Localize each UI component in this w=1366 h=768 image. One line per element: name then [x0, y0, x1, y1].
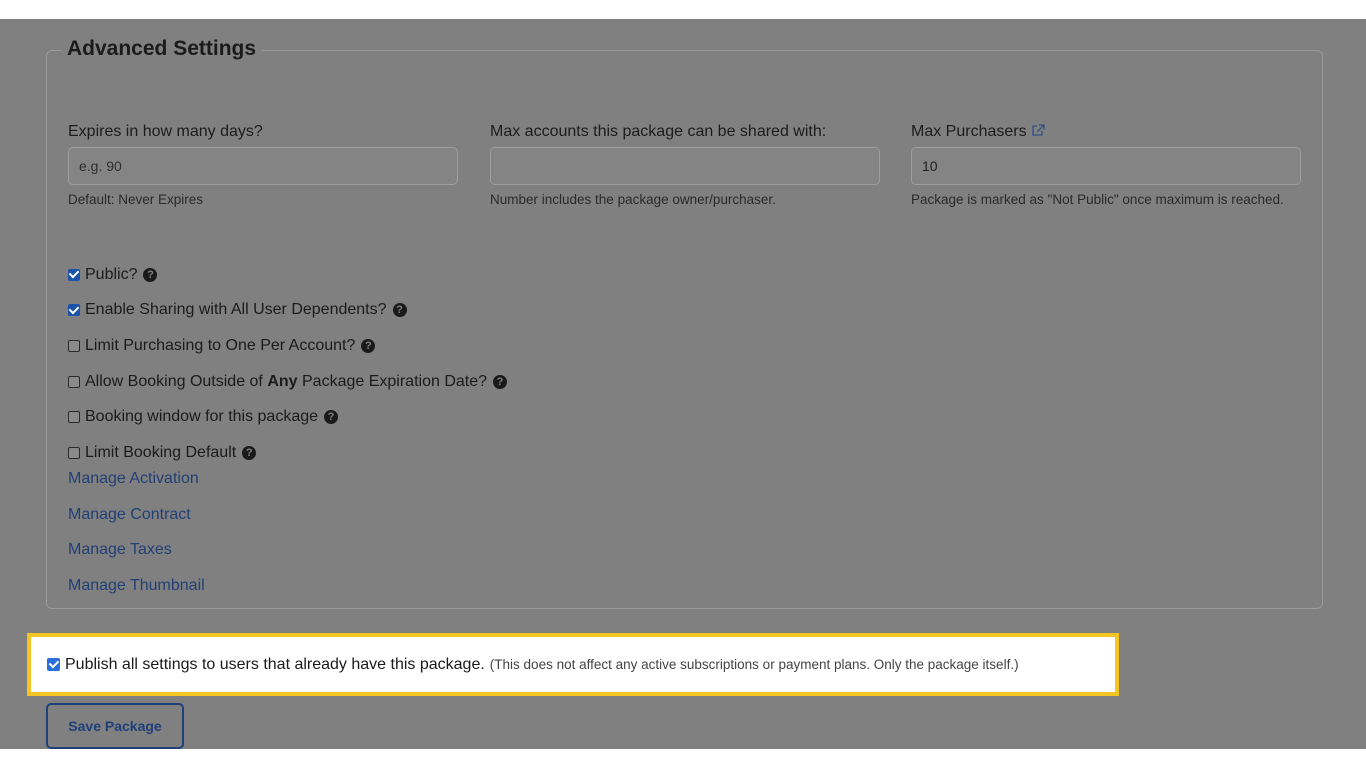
- question-circle-icon[interactable]: ?: [143, 267, 158, 282]
- booking-window-label: Booking window for this package: [85, 408, 319, 426]
- enable-sharing-option[interactable]: Enable Sharing with All User Dependents?…: [68, 293, 507, 329]
- publish-label: Publish all settings to users that alrea…: [65, 655, 485, 673]
- save-package-button[interactable]: Save Package: [46, 703, 184, 749]
- allow-booking-outside-checkbox[interactable]: [68, 375, 80, 388]
- manage-thumbnail-link[interactable]: Manage Thumbnail: [68, 568, 205, 604]
- publish-settings-highlight[interactable]: Publish all settings to users that alrea…: [27, 633, 1119, 696]
- expires-help: Default: Never Expires: [68, 192, 204, 207]
- options-checklist: Public? ? Enable Sharing with All User D…: [68, 257, 508, 471]
- public-option[interactable]: Public? ?: [68, 257, 507, 293]
- max-purchasers-label: Max Purchasers: [911, 123, 1027, 140]
- limit-booking-label: Limit Booking Default: [85, 443, 237, 461]
- section-title: Advanced Settings: [61, 37, 263, 61]
- publish-checkbox[interactable]: [47, 658, 60, 671]
- public-label: Public?: [85, 265, 138, 283]
- allow-booking-outside-option[interactable]: Allow Booking Outside of Any Package Exp…: [68, 364, 508, 400]
- public-checkbox[interactable]: [68, 268, 80, 281]
- question-circle-icon[interactable]: ?: [392, 303, 407, 318]
- allow-booking-label-bold: Any: [267, 372, 298, 390]
- max-purchasers-label-row: Max Purchasers: [911, 123, 1301, 143]
- advanced-settings-panel: Advanced Settings Expires in how many da…: [46, 37, 1323, 609]
- modal-overlay: Advanced Settings Expires in how many da…: [0, 19, 1366, 749]
- question-circle-icon[interactable]: ?: [242, 445, 257, 460]
- allow-booking-outside-label: Allow Booking Outside of Any Package Exp…: [85, 373, 487, 391]
- limit-purchasing-option[interactable]: Limit Purchasing to One Per Account? ?: [68, 328, 507, 364]
- limit-purchasing-label: Limit Purchasing to One Per Account?: [85, 336, 356, 354]
- booking-window-option[interactable]: Booking window for this package ?: [68, 399, 507, 435]
- max-purchasers-field: Max Purchasers 10 Package is marked as "…: [911, 123, 1301, 211]
- max-accounts-input[interactable]: [490, 147, 880, 185]
- question-circle-icon[interactable]: ?: [493, 374, 508, 389]
- manage-links: Manage Activation Manage Contract Manage…: [68, 461, 205, 603]
- booking-window-checkbox[interactable]: [68, 411, 80, 424]
- question-circle-icon[interactable]: ?: [361, 338, 376, 353]
- manage-taxes-link[interactable]: Manage Taxes: [68, 532, 205, 568]
- max-purchasers-input[interactable]: 10: [911, 147, 1301, 185]
- limit-booking-checkbox[interactable]: [68, 446, 80, 459]
- manage-activation-link[interactable]: Manage Activation: [68, 461, 205, 497]
- max-purchasers-help: Package is marked as "Not Public" once m…: [911, 192, 1284, 207]
- max-accounts-help: Number includes the package owner/purcha…: [490, 192, 776, 207]
- limit-purchasing-checkbox[interactable]: [68, 339, 80, 352]
- expires-field: Expires in how many days? e.g. 90 Defaul…: [68, 123, 458, 211]
- max-accounts-label: Max accounts this package can be shared …: [490, 123, 827, 140]
- max-accounts-field: Max accounts this package can be shared …: [490, 123, 880, 211]
- enable-sharing-checkbox[interactable]: [68, 304, 80, 317]
- enable-sharing-label: Enable Sharing with All User Dependents?: [85, 301, 387, 319]
- expires-label: Expires in how many days?: [68, 123, 263, 140]
- question-circle-icon[interactable]: ?: [324, 410, 339, 425]
- allow-booking-label-start: Allow Booking Outside of: [85, 372, 268, 390]
- external-link-icon[interactable]: [1031, 124, 1045, 142]
- expires-input[interactable]: e.g. 90: [68, 147, 458, 185]
- allow-booking-label-end: Package Expiration Date?: [297, 372, 488, 390]
- publish-note: (This does not affect any active subscri…: [489, 657, 1019, 672]
- manage-contract-link[interactable]: Manage Contract: [68, 497, 205, 533]
